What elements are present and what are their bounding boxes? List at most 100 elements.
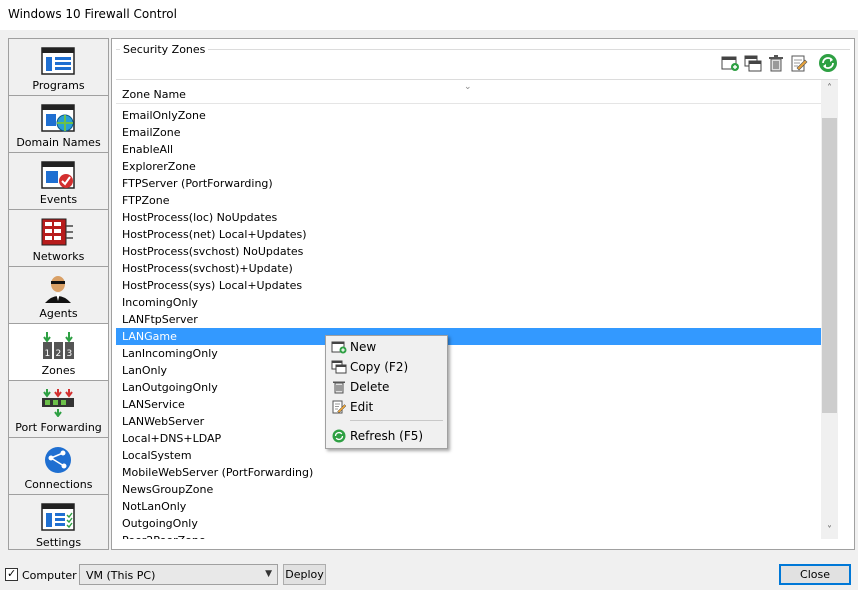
- checkmark-icon: ✓: [7, 567, 17, 580]
- zones-icon: 1 2 3: [43, 332, 74, 359]
- table-row[interactable]: EnableAll: [116, 141, 822, 158]
- refresh-icon[interactable]: [818, 53, 838, 73]
- events-icon: [41, 161, 75, 189]
- edit-icon: [332, 400, 347, 414]
- menu-item-refresh[interactable]: Refresh (F5): [328, 426, 445, 446]
- table-row[interactable]: LANFtpServer: [116, 311, 822, 328]
- nav-item-zones[interactable]: 1 2 3 Zones: [9, 324, 108, 381]
- svg-text:1: 1: [45, 349, 51, 359]
- table-row[interactable]: LanOnly: [116, 362, 822, 379]
- computer-label: Computer: [22, 569, 77, 582]
- menu-label-refresh: Refresh (F5): [350, 429, 424, 443]
- menu-item-edit[interactable]: Edit: [328, 397, 445, 417]
- table-row[interactable]: Local+DNS+LDAP: [116, 430, 822, 447]
- table-row[interactable]: NotLanOnly: [116, 498, 822, 515]
- table-row-selected[interactable]: LANGame: [116, 328, 822, 345]
- connections-icon: [45, 447, 71, 473]
- nav-label-programs: Programs: [32, 79, 85, 92]
- table-row[interactable]: HostProcess(svchost) NoUpdates: [116, 243, 822, 260]
- menu-label-delete: Delete: [350, 380, 390, 394]
- table-row[interactable]: EmailZone: [116, 124, 822, 141]
- window-title: Windows 10 Firewall Control: [8, 7, 177, 21]
- nav-item-domain-names[interactable]: Domain Names: [9, 96, 108, 153]
- table-row[interactable]: LANService: [116, 396, 822, 413]
- zone-list-header[interactable]: Zone Name ⌄: [116, 80, 838, 104]
- refresh-menu-icon: [332, 429, 346, 443]
- table-row[interactable]: HostProcess(loc) NoUpdates: [116, 209, 822, 226]
- nav-item-agents[interactable]: Agents: [9, 267, 108, 324]
- computer-select[interactable]: VM (This PC) ▼: [79, 564, 278, 585]
- nav-item-programs[interactable]: Programs: [9, 39, 108, 96]
- nav-label-agents: Agents: [39, 307, 78, 320]
- new-zone-icon[interactable]: [720, 53, 740, 73]
- column-header-zone-name[interactable]: Zone Name: [122, 88, 186, 101]
- nav-item-events[interactable]: Events: [9, 153, 108, 210]
- svg-text:3: 3: [67, 349, 73, 359]
- scroll-down-icon[interactable]: ˅: [821, 522, 838, 539]
- chevron-down-icon: ▼: [265, 569, 272, 579]
- nav-item-connections[interactable]: Connections: [9, 438, 108, 495]
- computer-select-value: VM (This PC): [86, 569, 156, 582]
- zone-rows: EmailOnlyZone EmailZone EnableAll ExplorerZ…: [116, 107, 822, 539]
- nav-item-networks[interactable]: Networks: [9, 210, 108, 267]
- menu-label-new: New: [350, 340, 377, 354]
- delete-zone-icon[interactable]: [766, 53, 786, 73]
- nav-item-port-forwarding[interactable]: Port Forwarding: [9, 381, 108, 438]
- bottom-bar: ✓ Computer VM (This PC) ▼ Deploy Close: [0, 560, 858, 590]
- security-zones-panel: Security Zones Zone Name ⌄ EmailOnlyZone…: [111, 38, 855, 550]
- menu-label-edit: Edit: [350, 400, 374, 414]
- group-title: Security Zones: [120, 43, 209, 56]
- table-row[interactable]: EmailOnlyZone: [116, 107, 822, 124]
- table-row[interactable]: IncomingOnly: [116, 294, 822, 311]
- nav-label-settings: Settings: [35, 536, 82, 549]
- scroll-thumb[interactable]: [822, 118, 837, 413]
- nav-label-zones: Zones: [41, 364, 76, 377]
- table-row[interactable]: FTPServer (PortForwarding): [116, 175, 822, 192]
- table-row[interactable]: LANWebServer: [116, 413, 822, 430]
- menu-item-copy[interactable]: Copy (F2): [328, 357, 445, 377]
- zone-list[interactable]: Zone Name ⌄ EmailOnlyZone EmailZone Enable…: [116, 79, 838, 539]
- table-row[interactable]: FTPZone: [116, 192, 822, 209]
- delete-icon: [333, 381, 345, 394]
- new-icon: [331, 341, 347, 354]
- nav-panel: Programs Domain Names Events Networks Ag…: [8, 38, 109, 550]
- context-menu: New Copy (F2) Delete Edit Refresh (F5): [325, 335, 448, 449]
- nav-label-domain-names: Domain Names: [16, 136, 101, 149]
- table-row[interactable]: HostProcess(sys) Local+Updates: [116, 277, 822, 294]
- group-divider: [116, 49, 850, 50]
- menu-item-new[interactable]: New: [328, 337, 445, 357]
- table-row[interactable]: ExplorerZone: [116, 158, 822, 175]
- table-row[interactable]: HostProcess(svchost)+Update): [116, 260, 822, 277]
- copy-zone-icon[interactable]: [743, 53, 763, 73]
- close-button[interactable]: Close: [779, 564, 851, 585]
- title-bar: Windows 10 Firewall Control: [0, 0, 858, 30]
- vertical-scrollbar[interactable]: ˄ ˅: [821, 80, 838, 539]
- table-row[interactable]: LocalSystem: [116, 447, 822, 464]
- table-row[interactable]: Peer2PeerZone: [116, 532, 822, 539]
- table-row[interactable]: HostProcess(net) Local+Updates): [116, 226, 822, 243]
- menu-item-delete[interactable]: Delete: [328, 377, 445, 397]
- zone-toolbar: [720, 53, 838, 75]
- table-row[interactable]: LanIncomingOnly: [116, 345, 822, 362]
- scroll-up-icon[interactable]: ˄: [821, 80, 838, 97]
- computer-checkbox[interactable]: ✓: [5, 567, 18, 581]
- table-row[interactable]: LanOutgoingOnly: [116, 379, 822, 396]
- domain-names-icon: [41, 104, 75, 132]
- agents-icon: [45, 276, 71, 303]
- edit-zone-icon[interactable]: [789, 53, 809, 73]
- nav-label-port-forwarding: Port Forwarding: [15, 421, 102, 434]
- svg-text:2: 2: [56, 349, 62, 359]
- nav-label-events: Events: [39, 193, 78, 206]
- copy-icon: [331, 360, 347, 374]
- networks-icon: [41, 218, 73, 246]
- settings-icon: [41, 503, 75, 531]
- deploy-button[interactable]: Deploy: [283, 564, 326, 585]
- sort-indicator-icon: ⌄: [464, 82, 472, 92]
- table-row[interactable]: NewsGroupZone: [116, 481, 822, 498]
- menu-separator: [350, 420, 443, 421]
- port-forwarding-icon: [42, 389, 74, 417]
- table-row[interactable]: MobileWebServer (PortForwarding): [116, 464, 822, 481]
- nav-label-connections: Connections: [24, 478, 93, 491]
- table-row[interactable]: OutgoingOnly: [116, 515, 822, 532]
- nav-item-settings[interactable]: Settings: [9, 495, 108, 552]
